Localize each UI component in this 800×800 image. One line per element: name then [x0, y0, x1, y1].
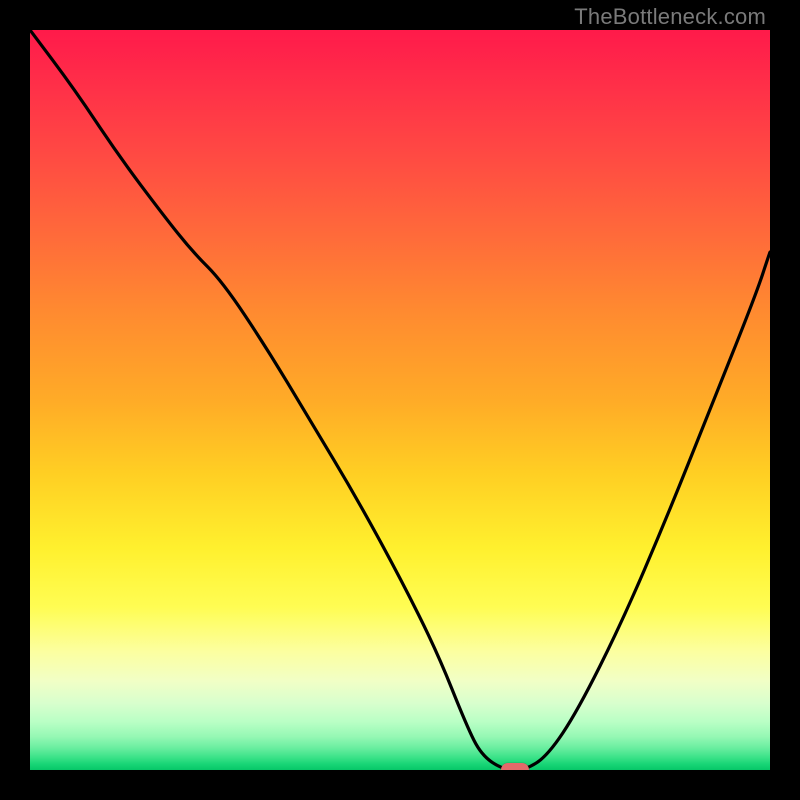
optimal-point-marker: [501, 763, 529, 770]
heat-gradient-background: [30, 30, 770, 770]
watermark-text: TheBottleneck.com: [574, 4, 766, 30]
chart-frame: TheBottleneck.com: [0, 0, 800, 800]
plot-area: [30, 30, 770, 770]
